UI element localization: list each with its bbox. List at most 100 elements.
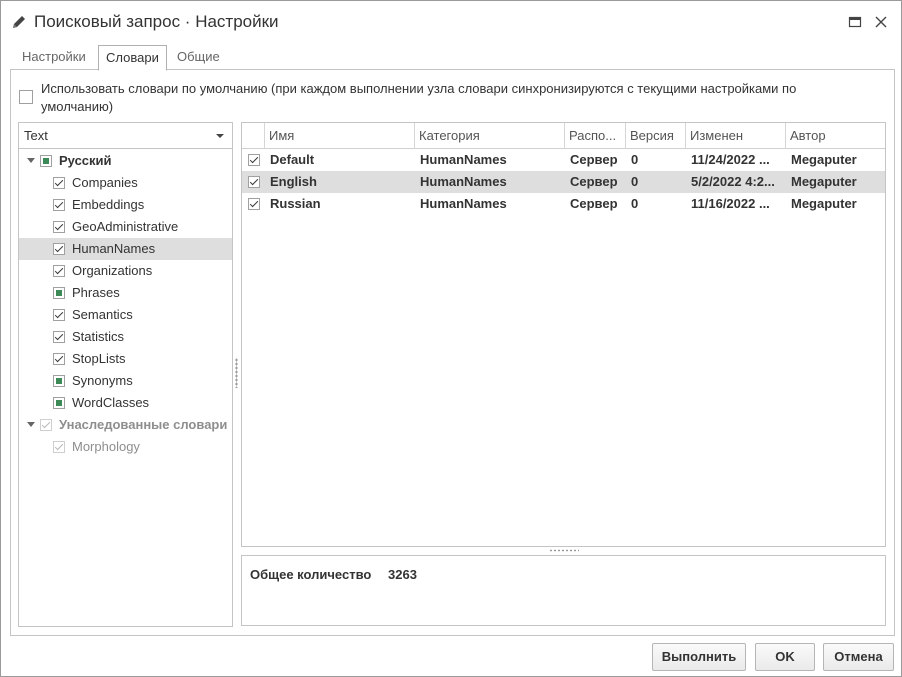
tree-item-checkbox[interactable] xyxy=(53,221,65,233)
tree-item[interactable]: Embeddings xyxy=(19,194,232,216)
window-title: Поисковый запрос · Настройки xyxy=(34,12,279,31)
cell-location: Сервер xyxy=(570,174,618,189)
tree-item[interactable]: Statistics xyxy=(19,326,232,348)
settings-dialog: Поисковый запрос · Настройки Настройки С… xyxy=(0,0,902,677)
tree-item[interactable]: Synonyms xyxy=(19,370,232,392)
dictionary-tree: Русский Companies Embeddings GeoAdministrat… xyxy=(19,150,232,458)
horizontal-splitter[interactable] xyxy=(549,549,579,552)
pencil-icon xyxy=(13,16,25,28)
table-row[interactable]: Russian HumanNames Сервер 0 11/16/2022 ... Me… xyxy=(242,193,885,215)
tree-item[interactable]: Morphology xyxy=(19,436,232,458)
tree-item-label: Statistics xyxy=(72,329,125,344)
tree-item-checkbox[interactable] xyxy=(53,177,65,189)
use-default-label: Использовать словари по умолчанию (при к… xyxy=(41,81,797,114)
tree-item-label: Embeddings xyxy=(72,197,145,212)
tree-group-row[interactable]: Унаследованные словари xyxy=(19,414,232,436)
tree-item-label: Organizations xyxy=(72,263,153,278)
tree-item-checkbox[interactable] xyxy=(53,441,65,453)
tree-item-checkbox[interactable] xyxy=(53,309,65,321)
column-header-location[interactable]: Распо... xyxy=(565,123,626,148)
cell-modified: 11/16/2022 ... xyxy=(691,196,770,211)
tree-item-checkbox[interactable] xyxy=(53,199,65,211)
row-checkbox[interactable] xyxy=(248,154,260,166)
tab-general[interactable]: Общие xyxy=(170,45,227,70)
tree-item[interactable]: Semantics xyxy=(19,304,232,326)
column-header-version[interactable]: Версия xyxy=(626,123,686,148)
tree-group-label: Унаследованные словари xyxy=(59,417,228,432)
table-row[interactable]: English HumanNames Сервер 0 5/2/2022 4:2... M… xyxy=(242,171,885,193)
vertical-splitter[interactable] xyxy=(235,358,238,388)
language-combo-value: Text xyxy=(24,128,48,143)
cell-category: HumanNames xyxy=(420,196,507,211)
tree-item[interactable]: GeoAdministrative xyxy=(19,216,232,238)
tree-item-label: Morphology xyxy=(72,439,140,454)
cell-version: 0 xyxy=(631,174,639,189)
tree-item-label: StopLists xyxy=(72,351,126,366)
dictionary-tree-pane: Text Русский Companies Embeddings GeoAdmini… xyxy=(18,122,233,627)
tree-item-checkbox[interactable] xyxy=(53,331,65,343)
cell-modified: 11/24/2022 ... xyxy=(691,152,770,167)
cell-name: Default xyxy=(270,152,315,167)
column-header-check[interactable] xyxy=(242,123,265,148)
column-header-author[interactable]: Автор xyxy=(786,123,885,148)
tree-group-row[interactable]: Русский xyxy=(19,150,232,172)
cell-location: Сервер xyxy=(570,196,618,211)
tree-item[interactable]: Companies xyxy=(19,172,232,194)
column-header-modified[interactable]: Изменен xyxy=(686,123,786,148)
cancel-button[interactable]: Отмена xyxy=(823,643,894,671)
cell-version: 0 xyxy=(631,152,639,167)
run-button[interactable]: Выполнить xyxy=(652,643,746,671)
cell-location: Сервер xyxy=(570,152,618,167)
tree-item-checkbox[interactable] xyxy=(53,287,65,299)
expand-arrow-icon[interactable] xyxy=(27,422,35,427)
tree-item-label: HumanNames xyxy=(72,241,156,256)
tree-group-checkbox[interactable] xyxy=(40,419,52,431)
tree-item-checkbox[interactable] xyxy=(53,397,65,409)
table-row[interactable]: Default HumanNames Сервер 0 11/24/2022 ... Me… xyxy=(242,149,885,171)
cell-author: Megaputer xyxy=(791,174,857,189)
tree-item[interactable]: Phrases xyxy=(19,282,232,304)
tree-item-label: WordClasses xyxy=(72,395,150,410)
cell-version: 0 xyxy=(631,196,639,211)
use-default-checkbox[interactable] xyxy=(19,90,33,104)
tree-item-label: GeoAdministrative xyxy=(72,219,179,234)
tree-item[interactable]: WordClasses xyxy=(19,392,232,414)
ok-button[interactable]: OK xyxy=(755,643,815,671)
column-header-name[interactable]: Имя xyxy=(265,123,415,148)
summary-panel: Общее количество 3263 xyxy=(241,555,886,626)
cell-author: Megaputer xyxy=(791,152,857,167)
tree-item-checkbox[interactable] xyxy=(53,375,65,387)
row-checkbox[interactable] xyxy=(248,176,260,188)
tree-item[interactable]: HumanNames xyxy=(19,238,232,260)
tree-item[interactable]: StopLists xyxy=(19,348,232,370)
close-icon[interactable] xyxy=(872,13,890,31)
cell-category: HumanNames xyxy=(420,152,507,167)
tree-item-checkbox[interactable] xyxy=(53,265,65,277)
tree-item-label: Companies xyxy=(72,175,138,190)
tree-item-label: Synonyms xyxy=(72,373,133,388)
row-checkbox[interactable] xyxy=(248,198,260,210)
tree-group-checkbox[interactable] xyxy=(40,155,52,167)
title-bar[interactable]: Поисковый запрос · Настройки xyxy=(1,1,901,45)
language-combo[interactable]: Text xyxy=(19,123,232,149)
tree-item-label: Semantics xyxy=(72,307,133,322)
cell-category: HumanNames xyxy=(420,174,507,189)
total-count-label: Общее количество xyxy=(250,567,372,582)
cell-name: English xyxy=(270,174,317,189)
tree-item-label: Phrases xyxy=(72,285,120,300)
cell-name: Russian xyxy=(270,196,321,211)
chevron-down-icon xyxy=(216,134,224,138)
tree-item-checkbox[interactable] xyxy=(53,243,65,255)
cell-modified: 5/2/2022 4:2... xyxy=(691,174,775,189)
total-count-value: 3263 xyxy=(388,567,417,582)
dictionary-grid: Имя Категория Распо... Версия Изменен Ав… xyxy=(241,122,886,547)
expand-arrow-icon[interactable] xyxy=(27,158,35,163)
cell-author: Megaputer xyxy=(791,196,857,211)
tree-item[interactable]: Organizations xyxy=(19,260,232,282)
column-header-category[interactable]: Категория xyxy=(415,123,565,148)
maximize-icon[interactable] xyxy=(846,13,864,31)
tab-dictionaries[interactable]: Словари xyxy=(98,45,167,71)
grid-header: Имя Категория Распо... Версия Изменен Ав… xyxy=(242,123,885,149)
tree-item-checkbox[interactable] xyxy=(53,353,65,365)
tab-settings[interactable]: Настройки xyxy=(15,45,93,70)
